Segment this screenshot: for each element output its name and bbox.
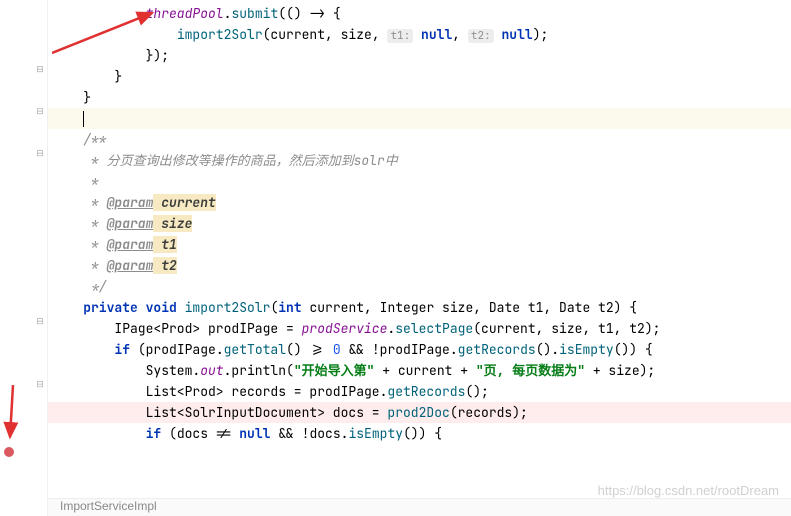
code-line[interactable]: import2Solr(current, size, t1: null, t2:…: [48, 24, 791, 45]
fold-marker[interactable]: ⊟: [35, 316, 45, 326]
fold-marker[interactable]: ⊟: [35, 106, 45, 116]
code-line[interactable]: System.out.println("开始导入第" + current + "…: [48, 360, 791, 381]
code-line-caret[interactable]: [48, 108, 791, 129]
code-line[interactable]: * @param current: [48, 192, 791, 213]
code-area[interactable]: threadPool.submit(() -> { import2Solr(cu…: [48, 0, 791, 516]
code-line[interactable]: if (docs != null && !docs.isEmpty()) {: [48, 423, 791, 444]
fold-marker[interactable]: ⊟: [35, 148, 45, 158]
code-line[interactable]: *: [48, 171, 791, 192]
gutter[interactable]: ⊟ ⊟ ⊟ ⊟ ⊟: [0, 0, 48, 516]
caret: [83, 111, 84, 127]
code-line[interactable]: * @param t2: [48, 255, 791, 276]
code-line[interactable]: private void import2Solr(int current, In…: [48, 297, 791, 318]
code-line[interactable]: threadPool.submit(() -> {: [48, 3, 791, 24]
watermark: https://blog.csdn.net/rootDream: [598, 483, 779, 498]
code-line[interactable]: * @param t1: [48, 234, 791, 255]
code-line[interactable]: if (prodIPage.getTotal() >= 0 && !prodIP…: [48, 339, 791, 360]
code-line[interactable]: }: [48, 66, 791, 87]
code-line[interactable]: */: [48, 276, 791, 297]
breakpoint-marker[interactable]: [4, 447, 14, 457]
fold-marker[interactable]: ⊟: [35, 379, 45, 389]
code-line[interactable]: /**: [48, 129, 791, 150]
code-line-breakpoint[interactable]: List<SolrInputDocument> docs = prod2Doc(…: [48, 402, 791, 423]
code-line[interactable]: IPage<Prod> prodIPage = prodService.sele…: [48, 318, 791, 339]
breadcrumb[interactable]: ImportServiceImpl: [48, 498, 791, 516]
code-line[interactable]: * 分页查询出修改等操作的商品，然后添加到solr中: [48, 150, 791, 171]
code-line[interactable]: List<Prod> records = prodIPage.getRecord…: [48, 381, 791, 402]
param-hint: t2:: [468, 29, 494, 43]
fold-marker[interactable]: ⊟: [35, 64, 45, 74]
code-line[interactable]: * @param size: [48, 213, 791, 234]
editor-container: ⊟ ⊟ ⊟ ⊟ ⊟ threadPool.submit(() -> { impo…: [0, 0, 791, 516]
param-hint: t1:: [387, 29, 413, 43]
code-line[interactable]: }: [48, 87, 791, 108]
code-line[interactable]: });: [48, 45, 791, 66]
